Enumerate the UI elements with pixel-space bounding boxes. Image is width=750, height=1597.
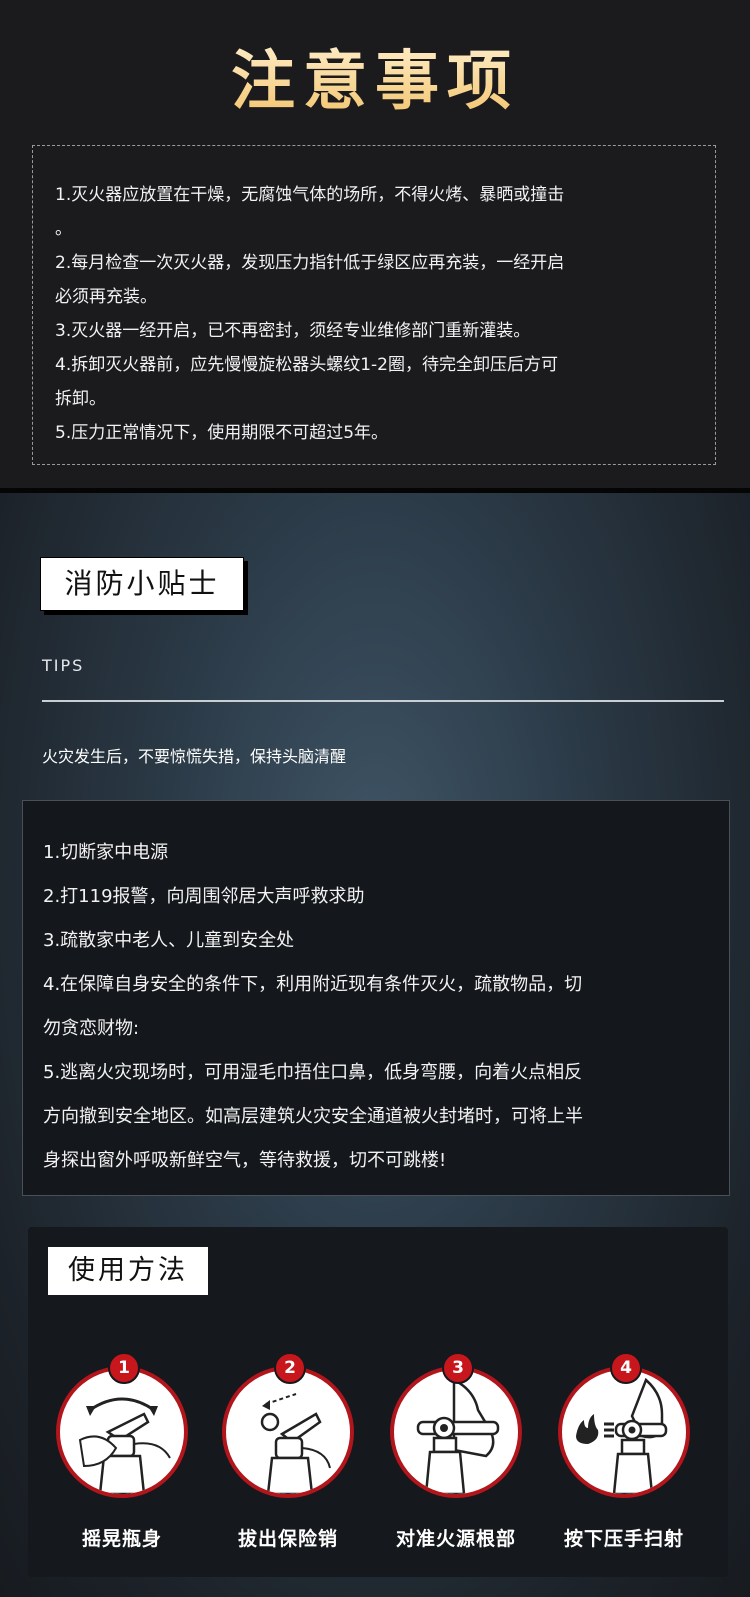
tips-box: 1.切断家中电源 2.打119报警，向周围邻居大声呼救求助 3.疏散家中老人、儿… [22, 800, 730, 1196]
notice-box: 1.灭火器应放置在干燥，无腐蚀气体的场所，不得火烤、暴晒或撞击 。 2.每月检查… [32, 145, 716, 465]
tip-line: 身探出窗外呼吸新鲜空气，等待救援，切不可跳楼! [43, 1150, 447, 1171]
pull-pin-icon [222, 1366, 354, 1498]
tips-subtitle: 火灾发生后，不要惊慌失措，保持头脑清醒 [42, 747, 347, 766]
tip-line: 4.在保障自身安全的条件下，利用附近现有条件灭火，疏散物品，切 [43, 974, 583, 995]
notice-line: 4.拆卸灭火器前，应先慢慢旋松器头螺纹1-2圈，待完全卸压后方可 [55, 355, 558, 375]
notice-line: 。 [55, 219, 72, 239]
step-number: 4 [610, 1352, 642, 1384]
shake-extinguisher-icon [56, 1366, 188, 1498]
usage-label: 使用方法 [48, 1247, 208, 1295]
usage-step: 1 摇晃瓶身 [54, 1352, 194, 1552]
step-caption: 摇晃瓶身 [81, 1528, 162, 1550]
usage-panel: 使用方法 1 摇晃瓶身 2 拔出保险销 3 对准火源根部 4 按下压手扫射 [28, 1227, 728, 1577]
step-caption: 对准火源根部 [395, 1528, 516, 1550]
notice-line: 必须再充装。 [55, 287, 157, 307]
notice-line: 1.灭火器应放置在干燥，无腐蚀气体的场所，不得火烤、暴晒或撞击 [55, 185, 565, 205]
step-caption: 按下压手扫射 [563, 1528, 684, 1550]
notice-line: 2.每月检查一次灭火器，发现压力指针低于绿区应再充装，一经开启 [55, 253, 565, 273]
notice-line: 5.压力正常情况下，使用期限不可超过5年。 [55, 423, 389, 443]
step-number: 3 [442, 1352, 474, 1384]
usage-step: 2 拔出保险销 [220, 1352, 360, 1552]
notice-title: 注意事项 [0, 30, 750, 122]
tips-label: 消防小贴士 [40, 557, 244, 611]
notice-line: 3.灭火器一经开启，已不再密封，须经专业维修部门重新灌装。 [55, 321, 531, 341]
tip-line: 勿贪恋财物: [43, 1018, 140, 1039]
tip-line: 5.逃离火灾现场时，可用湿毛巾捂住口鼻，低身弯腰，向着火点相反 [43, 1062, 583, 1083]
aim-nozzle-icon [390, 1366, 522, 1498]
step-number: 1 [108, 1352, 140, 1384]
tips-divider [42, 700, 724, 702]
usage-step: 3 对准火源根部 [388, 1352, 528, 1552]
notice-section: 注意事项 1.灭火器应放置在干燥，无腐蚀气体的场所，不得火烤、暴晒或撞击 。 2… [0, 0, 750, 490]
usage-step: 4 按下压手扫射 [556, 1352, 696, 1552]
notice-line: 拆卸。 [55, 389, 106, 409]
tip-line: 3.疏散家中老人、儿童到安全处 [43, 930, 295, 951]
step-caption: 拔出保险销 [237, 1528, 338, 1550]
tip-line: 2.打119报警，向周围邻居大声呼救求助 [43, 886, 365, 907]
tips-section: 消防小贴士 TIPS 火灾发生后，不要惊慌失措，保持头脑清醒 1.切断家中电源 … [0, 493, 750, 1597]
tips-english-heading: TIPS [42, 656, 85, 675]
tip-line: 1.切断家中电源 [43, 842, 169, 863]
tip-line: 方向撤到安全地区。如高层建筑火灾安全通道被火封堵时，可将上半 [43, 1106, 583, 1127]
step-number: 2 [274, 1352, 306, 1384]
squeeze-handle-icon [558, 1366, 690, 1498]
